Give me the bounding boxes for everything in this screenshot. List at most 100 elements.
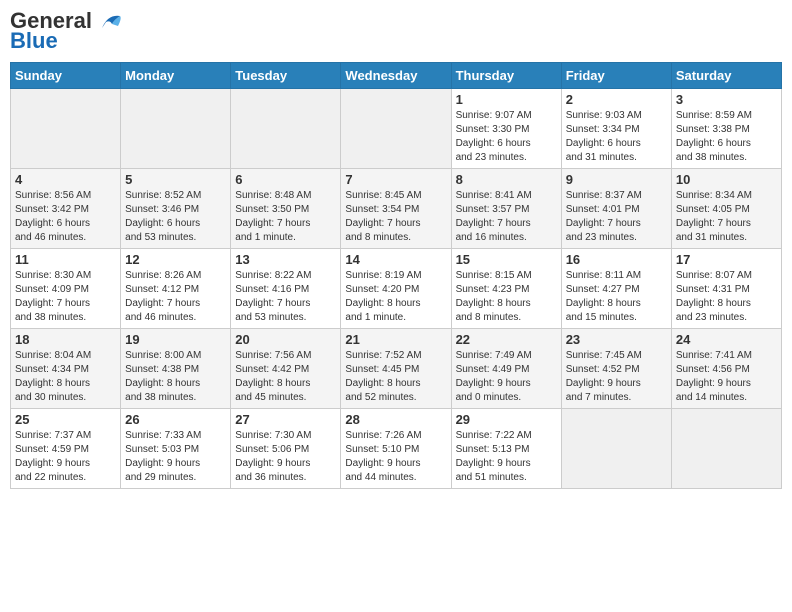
weekday-header-friday: Friday [561, 63, 671, 89]
day-info: Sunrise: 7:33 AM Sunset: 5:03 PM Dayligh… [125, 429, 226, 485]
day-info: Sunrise: 7:30 AM Sunset: 5:06 PM Dayligh… [235, 429, 336, 485]
calendar-header: SundayMondayTuesdayWednesdayThursdayFrid… [11, 63, 782, 89]
day-info: Sunrise: 8:48 AM Sunset: 3:50 PM Dayligh… [235, 189, 336, 245]
day-info: Sunrise: 8:15 AM Sunset: 4:23 PM Dayligh… [456, 269, 557, 325]
calendar-cell: 2Sunrise: 9:03 AM Sunset: 3:34 PM Daylig… [561, 89, 671, 169]
day-number: 11 [15, 252, 116, 267]
calendar-cell: 26 Sunrise: 7:33 AM Sunset: 5:03 PM Dayli… [121, 409, 231, 489]
day-number: 28 [345, 412, 446, 427]
weekday-header-tuesday: Tuesday [231, 63, 341, 89]
day-number: 12 [125, 252, 226, 267]
calendar-cell: 19 Sunrise: 8:00 AM Sunset: 4:38 PM Dayli… [121, 329, 231, 409]
day-number: 5 [125, 172, 226, 187]
day-number: 26 [125, 412, 226, 427]
day-number: 1 [456, 92, 557, 107]
calendar-cell [11, 89, 121, 169]
calendar-cell: 9 Sunrise: 8:37 AM Sunset: 4:01 PM Daylig… [561, 169, 671, 249]
day-info: Sunrise: 8:04 AM Sunset: 4:34 PM Dayligh… [15, 349, 116, 405]
day-info: Sunrise: 8:45 AM Sunset: 3:54 PM Dayligh… [345, 189, 446, 245]
calendar-cell: 7 Sunrise: 8:45 AM Sunset: 3:54 PM Daylig… [341, 169, 451, 249]
calendar-cell: 1 Sunrise: 9:07 AM Sunset: 3:30 PM Daylig… [451, 89, 561, 169]
calendar-cell: 28 Sunrise: 7:26 AM Sunset: 5:10 PM Dayli… [341, 409, 451, 489]
logo-bird-icon [94, 10, 126, 32]
calendar-cell: 18 Sunrise: 8:04 AM Sunset: 4:34 PM Dayli… [11, 329, 121, 409]
calendar-cell: 27 Sunrise: 7:30 AM Sunset: 5:06 PM Dayli… [231, 409, 341, 489]
calendar-cell [341, 89, 451, 169]
day-number: 3 [676, 92, 777, 107]
day-number: 21 [345, 332, 446, 347]
day-info: Sunrise: 8:34 AM Sunset: 4:05 PM Dayligh… [676, 189, 777, 245]
day-number: 27 [235, 412, 336, 427]
day-info: Sunrise: 7:56 AM Sunset: 4:42 PM Dayligh… [235, 349, 336, 405]
calendar-week-1: 1 Sunrise: 9:07 AM Sunset: 3:30 PM Daylig… [11, 89, 782, 169]
day-number: 8 [456, 172, 557, 187]
calendar-cell: 14 Sunrise: 8:19 AM Sunset: 4:20 PM Dayli… [341, 249, 451, 329]
calendar-cell: 21 Sunrise: 7:52 AM Sunset: 4:45 PM Dayli… [341, 329, 451, 409]
day-info: Sunrise: 9:07 AM Sunset: 3:30 PM Dayligh… [456, 109, 557, 165]
day-number: 14 [345, 252, 446, 267]
calendar-cell: 22 Sunrise: 7:49 AM Sunset: 4:49 PM Dayli… [451, 329, 561, 409]
calendar-cell: 15 Sunrise: 8:15 AM Sunset: 4:23 PM Dayli… [451, 249, 561, 329]
day-info: Sunrise: 7:52 AM Sunset: 4:45 PM Dayligh… [345, 349, 446, 405]
day-number: 6 [235, 172, 336, 187]
calendar-cell: 13 Sunrise: 8:22 AM Sunset: 4:16 PM Dayli… [231, 249, 341, 329]
day-info: Sunrise: 8:19 AM Sunset: 4:20 PM Dayligh… [345, 269, 446, 325]
day-info: Sunrise: 8:52 AM Sunset: 3:46 PM Dayligh… [125, 189, 226, 245]
logo-blue: Blue [10, 28, 58, 54]
calendar-cell: 23 Sunrise: 7:45 AM Sunset: 4:52 PM Dayli… [561, 329, 671, 409]
calendar-cell: 17 Sunrise: 8:07 AM Sunset: 4:31 PM Dayli… [671, 249, 781, 329]
day-info: Sunrise: 7:37 AM Sunset: 4:59 PM Dayligh… [15, 429, 116, 485]
calendar-cell: 29 Sunrise: 7:22 AM Sunset: 5:13 PM Dayli… [451, 409, 561, 489]
day-number: 20 [235, 332, 336, 347]
day-info: Sunrise: 7:49 AM Sunset: 4:49 PM Dayligh… [456, 349, 557, 405]
day-info: Sunrise: 8:56 AM Sunset: 3:42 PM Dayligh… [15, 189, 116, 245]
calendar-cell: 25 Sunrise: 7:37 AM Sunset: 4:59 PM Dayli… [11, 409, 121, 489]
day-number: 25 [15, 412, 116, 427]
day-info: Sunrise: 8:30 AM Sunset: 4:09 PM Dayligh… [15, 269, 116, 325]
calendar-cell: 11 Sunrise: 8:30 AM Sunset: 4:09 PM Dayli… [11, 249, 121, 329]
day-number: 29 [456, 412, 557, 427]
day-info: Sunrise: 8:11 AM Sunset: 4:27 PM Dayligh… [566, 269, 667, 325]
day-info: Sunrise: 9:03 AM Sunset: 3:34 PM Dayligh… [566, 109, 667, 165]
weekday-header-saturday: Saturday [671, 63, 781, 89]
day-info: Sunrise: 8:00 AM Sunset: 4:38 PM Dayligh… [125, 349, 226, 405]
day-info: Sunrise: 7:45 AM Sunset: 4:52 PM Dayligh… [566, 349, 667, 405]
day-info: Sunrise: 7:22 AM Sunset: 5:13 PM Dayligh… [456, 429, 557, 485]
day-info: Sunrise: 8:26 AM Sunset: 4:12 PM Dayligh… [125, 269, 226, 325]
calendar-cell: 8 Sunrise: 8:41 AM Sunset: 3:57 PM Daylig… [451, 169, 561, 249]
day-number: 16 [566, 252, 667, 267]
calendar-week-2: 4 Sunrise: 8:56 AM Sunset: 3:42 PM Daylig… [11, 169, 782, 249]
day-number: 23 [566, 332, 667, 347]
calendar-cell: 6 Sunrise: 8:48 AM Sunset: 3:50 PM Daylig… [231, 169, 341, 249]
header: General Blue [10, 10, 782, 54]
weekday-header-sunday: Sunday [11, 63, 121, 89]
calendar-cell: 20 Sunrise: 7:56 AM Sunset: 4:42 PM Dayli… [231, 329, 341, 409]
day-info: Sunrise: 7:41 AM Sunset: 4:56 PM Dayligh… [676, 349, 777, 405]
calendar-cell: 5 Sunrise: 8:52 AM Sunset: 3:46 PM Daylig… [121, 169, 231, 249]
day-info: Sunrise: 8:59 AM Sunset: 3:38 PM Dayligh… [676, 109, 777, 165]
day-number: 7 [345, 172, 446, 187]
day-info: Sunrise: 7:26 AM Sunset: 5:10 PM Dayligh… [345, 429, 446, 485]
calendar-cell [121, 89, 231, 169]
day-number: 19 [125, 332, 226, 347]
day-info: Sunrise: 8:37 AM Sunset: 4:01 PM Dayligh… [566, 189, 667, 245]
day-number: 4 [15, 172, 116, 187]
day-number: 15 [456, 252, 557, 267]
weekday-header-thursday: Thursday [451, 63, 561, 89]
calendar-cell [231, 89, 341, 169]
calendar-cell: 10 Sunrise: 8:34 AM Sunset: 4:05 PM Dayli… [671, 169, 781, 249]
calendar-cell [561, 409, 671, 489]
day-number: 13 [235, 252, 336, 267]
day-number: 10 [676, 172, 777, 187]
day-info: Sunrise: 8:41 AM Sunset: 3:57 PM Dayligh… [456, 189, 557, 245]
day-number: 22 [456, 332, 557, 347]
day-number: 17 [676, 252, 777, 267]
calendar-cell: 16 Sunrise: 8:11 AM Sunset: 4:27 PM Dayli… [561, 249, 671, 329]
weekday-header-wednesday: Wednesday [341, 63, 451, 89]
day-number: 9 [566, 172, 667, 187]
day-info: Sunrise: 8:07 AM Sunset: 4:31 PM Dayligh… [676, 269, 777, 325]
day-info: Sunrise: 8:22 AM Sunset: 4:16 PM Dayligh… [235, 269, 336, 325]
calendar-week-5: 25 Sunrise: 7:37 AM Sunset: 4:59 PM Dayli… [11, 409, 782, 489]
day-number: 18 [15, 332, 116, 347]
calendar-week-3: 11 Sunrise: 8:30 AM Sunset: 4:09 PM Dayli… [11, 249, 782, 329]
